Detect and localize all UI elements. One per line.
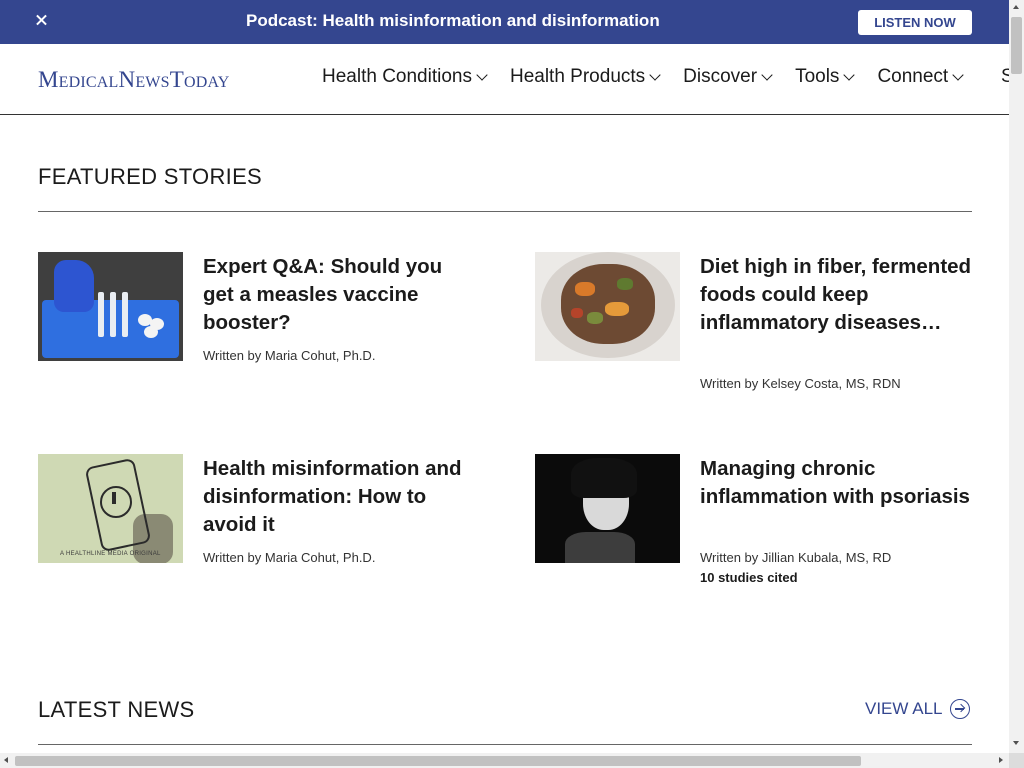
- divider: [38, 211, 972, 212]
- story-title[interactable]: Health misinformation and disinformation…: [203, 455, 478, 539]
- listen-now-button[interactable]: LISTEN NOW: [858, 10, 972, 35]
- story-byline: Written by Maria Cohut, Ph.D.: [203, 550, 376, 565]
- latest-news-heading: LATEST NEWS: [38, 697, 195, 722]
- chevron-down-icon: [952, 68, 964, 81]
- horizontal-scrollbar[interactable]: [0, 753, 1009, 768]
- scrollbar-corner: [1009, 753, 1024, 768]
- story-byline: Written by Kelsey Costa, MS, RDN: [700, 376, 901, 391]
- banner-title: Podcast: Health misinformation and disin…: [246, 11, 660, 30]
- scroll-right-icon[interactable]: [999, 757, 1003, 763]
- story-byline: Written by Maria Cohut, Ph.D.: [203, 348, 376, 363]
- nav-item-label: Tools: [795, 66, 840, 87]
- story-image[interactable]: [38, 252, 183, 361]
- story-title[interactable]: Managing chronic inflammation with psori…: [700, 455, 975, 511]
- scrollbar-thumb[interactable]: [15, 756, 861, 766]
- story-card-misinformation[interactable]: A HEALTHLINE MEDIA ORIGINAL Health misin…: [38, 454, 478, 634]
- nav-item-label: Health Products: [509, 66, 646, 87]
- nav-item-label: Discover: [683, 66, 758, 87]
- page-viewport: Podcast: Health misinformation and disin…: [0, 0, 1009, 757]
- story-byline: Written by Jillian Kubala, MS, RD: [700, 550, 892, 565]
- view-all-link[interactable]: VIEW ALL: [865, 699, 971, 719]
- scroll-up-icon[interactable]: [1013, 5, 1019, 9]
- nav-item-label: Health Conditions: [322, 66, 472, 87]
- chevron-down-icon: [649, 68, 661, 81]
- close-icon[interactable]: [32, 10, 52, 30]
- scroll-left-icon[interactable]: [4, 757, 8, 763]
- image-caption: A HEALTHLINE MEDIA ORIGINAL: [60, 551, 161, 557]
- chevron-down-icon: [476, 68, 488, 81]
- featured-stories-heading: FEATURED STORIES: [38, 164, 263, 189]
- story-image[interactable]: [535, 252, 680, 361]
- scroll-down-icon[interactable]: [1013, 741, 1019, 745]
- vertical-scrollbar[interactable]: [1009, 0, 1024, 757]
- chevron-down-icon: [761, 68, 773, 81]
- nav-menu: Health Conditions Health Products Discov…: [322, 66, 986, 88]
- view-all-label: VIEW ALL: [865, 699, 943, 718]
- story-image[interactable]: A HEALTHLINE MEDIA ORIGINAL: [38, 454, 183, 563]
- nav-item-tools[interactable]: Tools: [795, 66, 856, 88]
- main-navigation: MedicalNewsToday Health Conditions Healt…: [0, 44, 1009, 115]
- divider: [38, 744, 972, 745]
- nav-item-health-conditions[interactable]: Health Conditions: [322, 66, 488, 88]
- nav-item-overflow[interactable]: S: [1001, 66, 1009, 88]
- nav-item-health-products[interactable]: Health Products: [509, 66, 661, 88]
- nav-item-label: Connect: [877, 66, 949, 87]
- chevron-down-icon: [843, 68, 856, 81]
- site-logo[interactable]: MedicalNewsToday: [38, 67, 230, 93]
- scrollbar-thumb[interactable]: [1011, 17, 1022, 74]
- studies-cited-badge: 10 studies cited: [700, 570, 798, 585]
- nav-item-connect[interactable]: Connect: [877, 66, 964, 88]
- story-card-fiber[interactable]: Diet high in fiber, fermented foods coul…: [535, 252, 975, 432]
- story-card-measles[interactable]: Expert Q&A: Should you get a measles vac…: [38, 252, 478, 432]
- story-title[interactable]: Diet high in fiber, fermented foods coul…: [700, 253, 975, 337]
- story-card-psoriasis[interactable]: Managing chronic inflammation with psori…: [535, 454, 975, 634]
- story-title[interactable]: Expert Q&A: Should you get a measles vac…: [203, 253, 478, 337]
- story-image[interactable]: [535, 454, 680, 563]
- nav-item-discover[interactable]: Discover: [683, 66, 773, 88]
- podcast-banner: Podcast: Health misinformation and disin…: [0, 0, 1009, 44]
- arrow-right-icon: [950, 699, 971, 719]
